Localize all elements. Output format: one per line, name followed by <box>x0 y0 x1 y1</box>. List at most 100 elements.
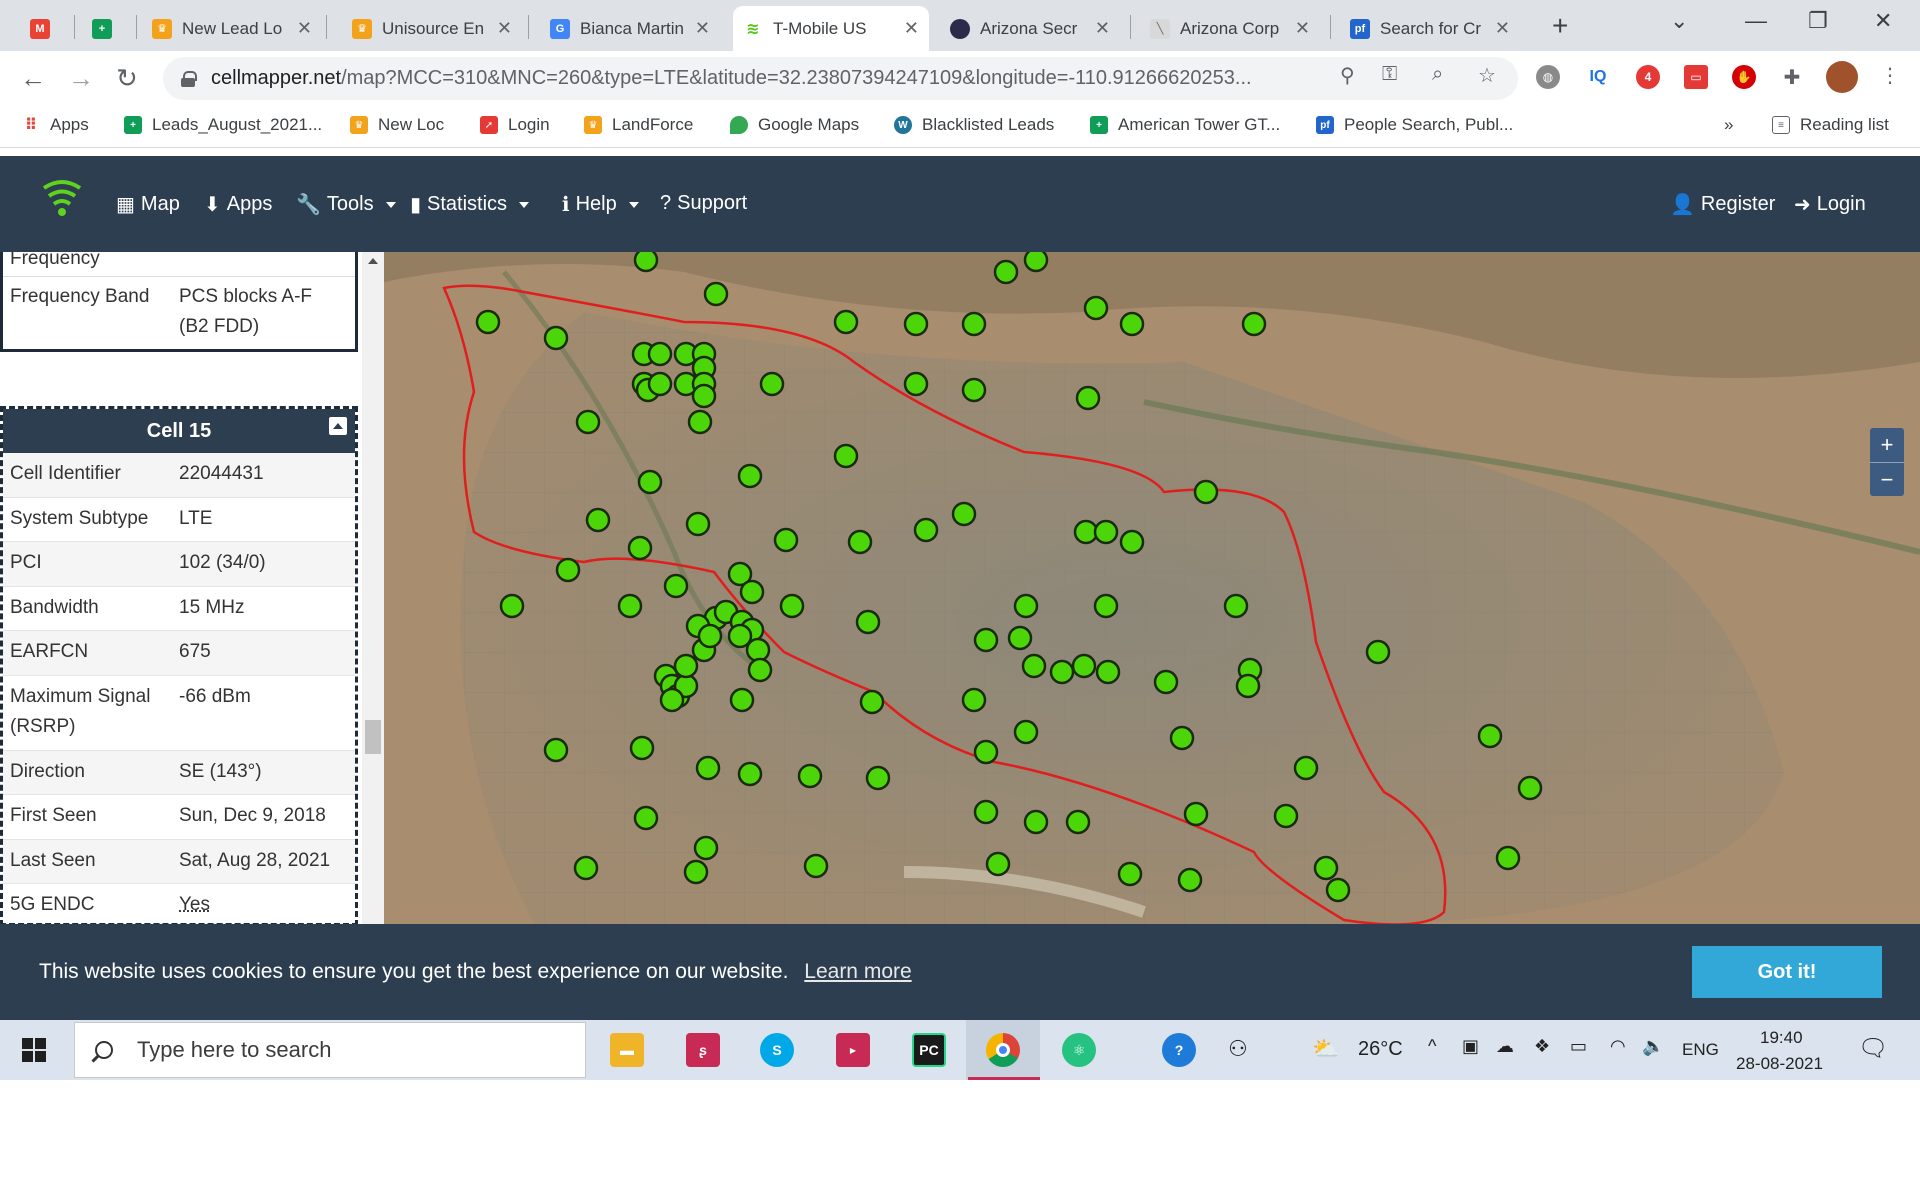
tower-marker[interactable] <box>973 799 999 825</box>
nav-apps[interactable]: ⬇ Apps <box>204 192 272 217</box>
satellite-map[interactable] <box>384 252 1920 924</box>
tower-marker[interactable] <box>1093 519 1119 545</box>
tower-marker[interactable] <box>1517 775 1543 801</box>
tower-marker[interactable] <box>695 755 721 781</box>
nav-statistics[interactable]: ▮ Statistics <box>410 192 530 217</box>
location-blocked-icon[interactable]: ⚲ <box>1340 63 1355 88</box>
tower-marker[interactable] <box>499 593 525 619</box>
tower-marker[interactable] <box>627 535 653 561</box>
onedrive-icon[interactable]: ☁ <box>1496 1036 1514 1057</box>
clock-date[interactable]: 28-08-2021 <box>1736 1054 1823 1074</box>
tower-marker[interactable] <box>703 281 729 307</box>
tower-marker[interactable] <box>961 377 987 403</box>
address-bar[interactable]: cellmapper.net/map?MCC=310&MNC=260&type=… <box>163 57 1518 100</box>
tower-marker[interactable] <box>739 579 765 605</box>
tower-marker[interactable] <box>833 443 859 469</box>
reload-icon[interactable]: ↻ <box>116 63 138 94</box>
tower-marker[interactable] <box>1049 659 1075 685</box>
slack-icon[interactable]: ʂ <box>686 1033 720 1067</box>
back-icon[interactable]: ← <box>20 63 46 94</box>
close-icon[interactable]: ✕ <box>904 18 919 39</box>
tower-marker[interactable] <box>961 311 987 337</box>
tower-marker[interactable] <box>697 623 723 649</box>
forward-icon[interactable]: → <box>68 63 94 94</box>
tower-marker[interactable] <box>693 835 719 861</box>
help-icon[interactable]: ? <box>1162 1033 1196 1067</box>
tab-tmobile-active[interactable]: ≋ T-Mobile US ✕ <box>733 6 929 51</box>
tower-marker[interactable] <box>737 761 763 787</box>
nav-login[interactable]: ➜ Login <box>1794 192 1866 217</box>
minimize-icon[interactable]: — <box>1745 8 1767 34</box>
tower-marker[interactable] <box>865 765 891 791</box>
tower-marker[interactable] <box>1293 755 1319 781</box>
tab-search-icon[interactable]: ⌄ <box>1670 8 1688 34</box>
reading-list-button[interactable]: ≡ Reading list <box>1772 115 1889 135</box>
tower-marker[interactable] <box>1095 659 1121 685</box>
close-icon[interactable]: ✕ <box>1295 18 1310 39</box>
close-window-icon[interactable]: ✕ <box>1874 8 1892 34</box>
bookmark-blacklisted[interactable]: W Blacklisted Leads <box>894 115 1054 135</box>
tower-marker[interactable] <box>633 252 659 273</box>
meet-icon[interactable]: ▣ <box>1462 1036 1479 1057</box>
new-tab-button[interactable]: + <box>1552 10 1568 42</box>
tower-marker[interactable] <box>747 657 773 683</box>
tab-arizona-secr[interactable]: Arizona Secr ✕ <box>940 6 1120 51</box>
chrome-icon[interactable] <box>986 1033 1020 1067</box>
tower-marker[interactable] <box>647 341 673 367</box>
tower-marker[interactable] <box>691 383 717 409</box>
tower-marker[interactable] <box>1093 593 1119 619</box>
bookmarks-more-button[interactable]: » <box>1724 115 1733 135</box>
tower-marker[interactable] <box>637 469 663 495</box>
tower-marker[interactable] <box>745 637 771 663</box>
close-icon[interactable]: ✕ <box>1095 18 1110 39</box>
tab-unisource[interactable]: ♛ Unisource En ✕ <box>342 6 522 51</box>
prime-video-icon[interactable]: ▶ <box>836 1033 870 1067</box>
tower-marker[interactable] <box>1023 809 1049 835</box>
tower-marker[interactable] <box>543 737 569 763</box>
tab-sheets[interactable]: + <box>82 6 132 51</box>
tower-marker[interactable] <box>803 853 829 879</box>
restore-icon[interactable]: ❐ <box>1808 8 1828 34</box>
menu-icon[interactable]: ⋮ <box>1880 63 1900 88</box>
tower-marker[interactable] <box>951 501 977 527</box>
tower-marker[interactable] <box>663 573 689 599</box>
volume-icon[interactable]: 🔈 <box>1642 1036 1664 1057</box>
tower-marker[interactable] <box>1273 803 1299 829</box>
bookmark-landforce[interactable]: ♛ LandForce <box>584 115 693 135</box>
tower-marker[interactable] <box>833 309 859 335</box>
tower-marker[interactable] <box>1183 801 1209 827</box>
nav-support[interactable]: ? Support <box>660 192 747 215</box>
row-value[interactable]: Yes <box>179 890 355 924</box>
tower-marker[interactable] <box>729 687 755 713</box>
tower-marker[interactable] <box>1193 479 1219 505</box>
tower-marker[interactable] <box>1235 673 1261 699</box>
tower-marker[interactable] <box>1495 845 1521 871</box>
scroll-up-icon[interactable] <box>368 258 378 264</box>
tower-marker[interactable] <box>659 687 685 713</box>
taskbar-search[interactable]: Type here to search <box>74 1022 586 1078</box>
tower-marker[interactable] <box>1325 877 1351 903</box>
bookmark-people-search[interactable]: pf People Search, Publ... <box>1316 115 1513 135</box>
tower-marker[interactable] <box>1073 519 1099 545</box>
tower-marker[interactable] <box>1021 653 1047 679</box>
tower-marker[interactable] <box>1169 725 1195 751</box>
tower-marker[interactable] <box>855 609 881 635</box>
skype-icon[interactable]: S <box>760 1033 794 1067</box>
tower-marker[interactable] <box>847 529 873 555</box>
tab-new-lead[interactable]: ♛ New Lead Lo ✕ <box>142 6 322 51</box>
wifi-icon[interactable]: ◠ <box>1610 1036 1626 1057</box>
nav-tools[interactable]: 🔧 Tools <box>296 192 396 217</box>
nav-register[interactable]: 👤 Register <box>1670 192 1775 217</box>
tower-marker[interactable] <box>1313 855 1339 881</box>
close-icon[interactable]: ✕ <box>695 18 710 39</box>
tower-marker[interactable] <box>973 739 999 765</box>
close-icon[interactable]: ✕ <box>1495 18 1510 39</box>
bookmark-google-maps[interactable]: Google Maps <box>730 115 859 135</box>
tower-marker[interactable] <box>683 859 709 885</box>
tab-gmail[interactable]: M <box>20 6 70 51</box>
tower-marker[interactable] <box>1065 809 1091 835</box>
learn-more-link[interactable]: Learn more <box>804 960 911 983</box>
tab-search-for[interactable]: pf Search for Cr ✕ <box>1340 6 1520 51</box>
scrollbar-thumb[interactable] <box>365 720 381 754</box>
tower-marker[interactable] <box>773 527 799 553</box>
